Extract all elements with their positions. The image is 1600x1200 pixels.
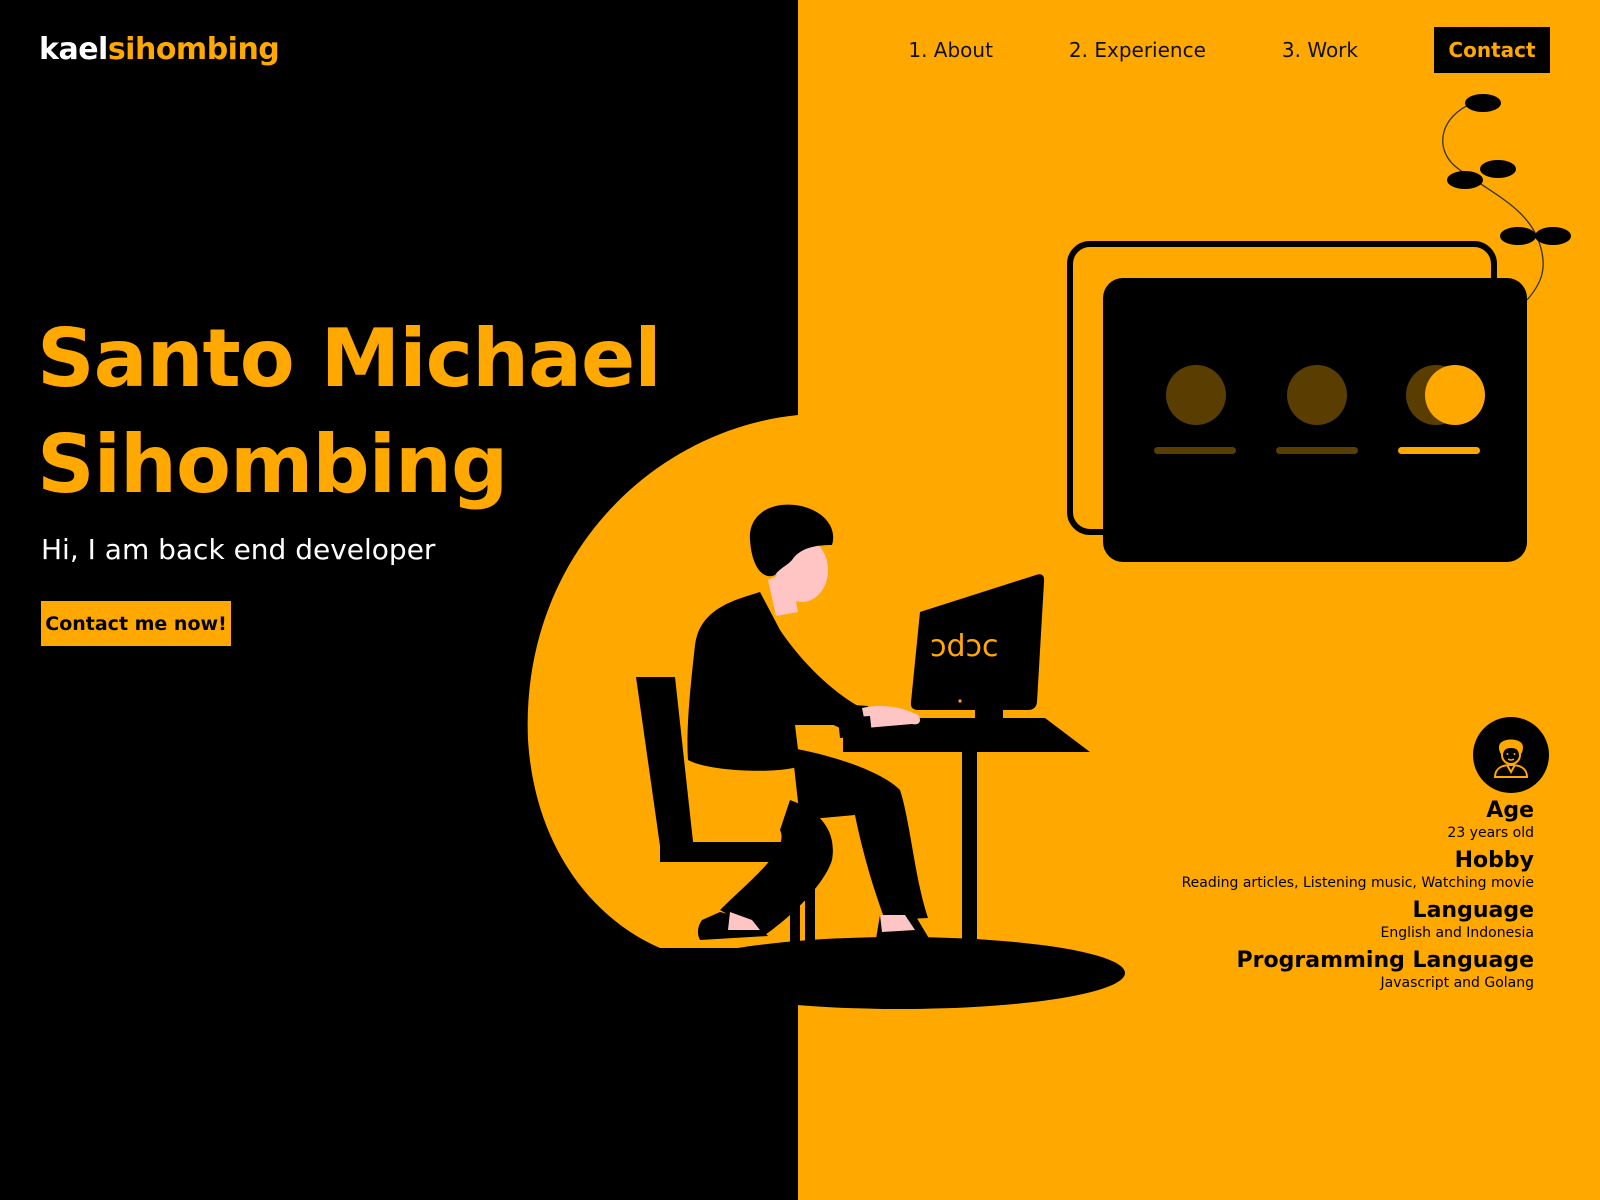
monitor-illustration: ɔdɔc (910, 574, 1045, 710)
logo-second-part: sihombing (107, 32, 280, 67)
contact-me-now-button[interactable]: Contact me now! (41, 601, 231, 646)
hero-subtitle: Hi, I am back end developer (41, 533, 436, 566)
info-item-programming-language: Programming Language Javascript and Gola… (1182, 948, 1534, 992)
hero-title: Santo Michael Sihombing (37, 306, 662, 518)
floor-shadow (675, 937, 1125, 1009)
hero-illustration: ɔdɔc (527, 94, 1571, 1009)
portfolio-page: ɔdɔc kaelsihombing 1. About 2. Experienc… (0, 0, 1600, 1200)
info-value: English and Indonesia (1380, 925, 1535, 941)
hero-title-line-1: Santo Michael (37, 312, 662, 405)
info-value: Javascript and Golang (1380, 975, 1534, 991)
nav-link-about[interactable]: 1. About (908, 28, 993, 72)
info-label: Hobby (1454, 848, 1534, 873)
info-item-age: Age 23 years old (1182, 798, 1534, 842)
info-value: Reading articles, Listening music, Watch… (1181, 875, 1534, 891)
logo[interactable]: kaelsihombing (39, 32, 280, 68)
info-label: Language (1412, 898, 1534, 923)
info-label: Programming Language (1236, 948, 1534, 973)
logo-first-part: kael (39, 32, 108, 67)
progress-window-illustration (1067, 241, 1527, 562)
developer-avatar-icon (1473, 717, 1549, 793)
plant-leaves-icon (1442, 94, 1571, 301)
profile-info: Age 23 years old Hobby Reading articles,… (1182, 798, 1534, 998)
info-item-hobby: Hobby Reading articles, Listening music,… (1182, 848, 1534, 892)
monitor-code-text: ɔdɔc (930, 629, 999, 664)
top-navigation: 1. About 2. Experience 3. Work Contact (908, 27, 1550, 73)
nav-link-experience[interactable]: 2. Experience (1069, 28, 1206, 72)
info-value: 23 years old (1447, 825, 1534, 841)
contact-button[interactable]: Contact (1434, 27, 1550, 73)
info-label: Age (1486, 798, 1534, 823)
nav-link-work[interactable]: 3. Work (1282, 28, 1358, 72)
info-item-language: Language English and Indonesia (1182, 898, 1535, 942)
hero-title-line-2: Sihombing (37, 418, 508, 511)
